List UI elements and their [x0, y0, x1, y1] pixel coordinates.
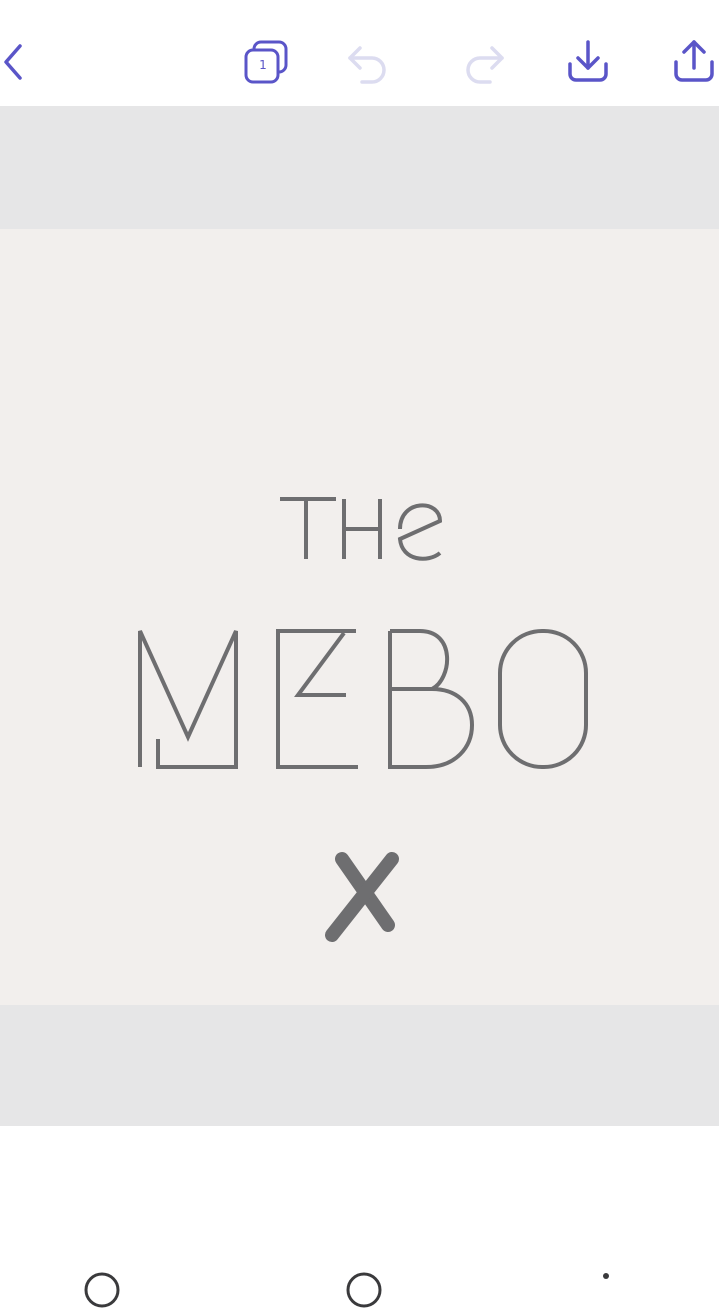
chevron-left-icon — [4, 44, 22, 80]
top-toolbar: 1 — [0, 0, 719, 106]
bottom-toolbar — [0, 1126, 719, 1308]
editor-canvas[interactable] — [0, 106, 719, 1126]
undo-button[interactable] — [344, 36, 392, 88]
logo-word-x — [325, 852, 399, 942]
tool-icon-3[interactable] — [586, 1270, 626, 1310]
share-icon — [674, 40, 714, 82]
redo-icon — [466, 46, 504, 84]
logo-word-the — [280, 497, 443, 561]
tool-icon-1[interactable] — [82, 1270, 122, 1310]
pages-count: 1 — [259, 58, 267, 72]
tool-icon-2[interactable] — [344, 1270, 384, 1310]
redo-button[interactable] — [460, 36, 508, 88]
back-button[interactable] — [0, 36, 48, 88]
pages-button[interactable]: 1 — [242, 36, 290, 88]
design-page[interactable] — [0, 229, 719, 1005]
download-icon — [568, 40, 608, 82]
download-button[interactable] — [564, 36, 612, 88]
logo-word-mebo — [138, 629, 588, 769]
logo-artwork — [138, 497, 588, 942]
share-button[interactable] — [670, 36, 718, 88]
undo-icon — [348, 46, 386, 84]
